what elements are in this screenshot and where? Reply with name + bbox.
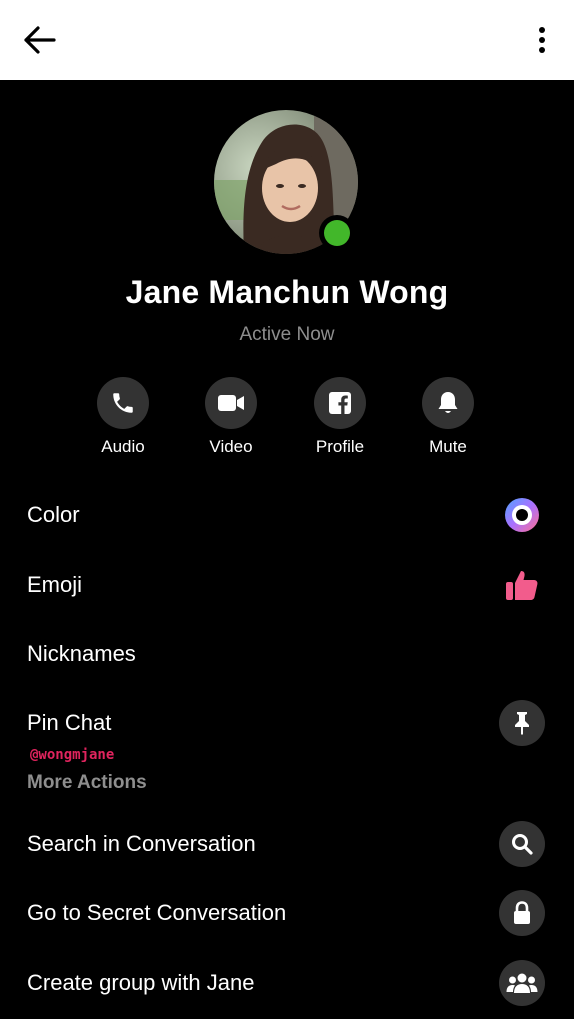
color-row[interactable]: Color	[0, 485, 574, 545]
secret-conversation-row[interactable]: Go to Secret Conversation	[0, 883, 574, 943]
group-icon	[506, 973, 538, 993]
search-conversation-row[interactable]: Search in Conversation	[0, 814, 574, 874]
profile-button[interactable]: Profile	[295, 377, 385, 457]
bell-icon	[438, 392, 458, 413]
pin-icon-wrap	[499, 700, 545, 746]
video-label: Video	[209, 437, 253, 456]
more-vertical-icon	[539, 27, 545, 53]
emoji-label: Emoji	[27, 572, 83, 597]
create-group-row[interactable]: Create group with Jane	[0, 953, 574, 1013]
video-camera-icon	[218, 395, 244, 411]
emoji-row[interactable]: Emoji	[0, 555, 574, 615]
search-conversation-label: Search in Conversation	[27, 831, 256, 856]
mute-label: Mute	[429, 437, 467, 456]
arrow-left-icon	[24, 26, 56, 54]
nicknames-label: Nicknames	[27, 641, 136, 666]
online-dot	[324, 220, 350, 246]
watermark-text: @wongmjane	[30, 747, 115, 763]
pin-chat-label: Pin Chat	[27, 710, 112, 735]
more-actions-header: More Actions	[27, 772, 147, 793]
thumbs-up-icon	[506, 571, 538, 600]
top-bar	[0, 0, 574, 80]
phone-icon	[113, 393, 133, 413]
secret-conversation-label: Go to Secret Conversation	[27, 900, 287, 925]
active-status-text: Active Now	[239, 324, 335, 345]
lock-icon-wrap	[499, 890, 545, 936]
mute-button[interactable]: Mute	[403, 377, 493, 457]
color-icon-wrap	[499, 492, 545, 538]
emoji-icon-wrap	[499, 562, 545, 608]
facebook-icon	[329, 392, 351, 414]
search-icon-wrap	[499, 821, 545, 867]
mute-circle	[422, 377, 474, 429]
contact-name: Jane Manchun Wong	[125, 274, 449, 310]
video-call-circle	[205, 377, 257, 429]
create-group-label: Create group with Jane	[27, 970, 255, 995]
back-button[interactable]	[18, 20, 60, 60]
lock-icon	[514, 901, 530, 924]
profile-circle	[314, 377, 366, 429]
nicknames-row[interactable]: Nicknames	[0, 624, 574, 684]
video-call-button[interactable]: Video	[186, 377, 276, 457]
active-status-indicator	[319, 215, 355, 251]
pin-icon	[515, 712, 529, 735]
pin-chat-row[interactable]: Pin Chat	[0, 693, 574, 753]
color-label: Color	[27, 502, 80, 527]
more-options-button[interactable]	[524, 20, 560, 60]
color-gradient-icon	[505, 498, 539, 532]
audio-call-button[interactable]: Audio	[78, 377, 168, 457]
profile-label: Profile	[315, 437, 365, 456]
search-icon	[512, 834, 533, 855]
group-icon-wrap	[499, 960, 545, 1006]
audio-call-circle	[97, 377, 149, 429]
audio-label: Audio	[101, 437, 145, 456]
